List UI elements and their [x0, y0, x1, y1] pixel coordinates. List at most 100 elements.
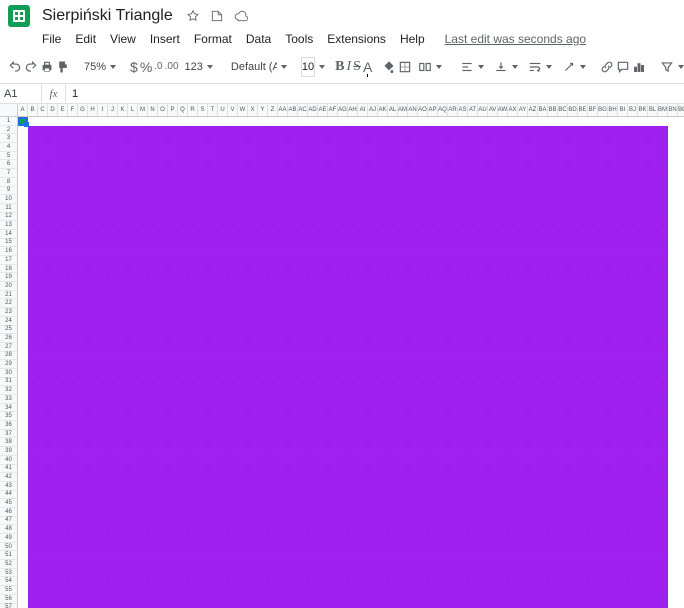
column-header[interactable]: A [18, 104, 28, 116]
column-header[interactable]: AY [518, 104, 528, 116]
font-size-input[interactable]: 10 [301, 57, 315, 77]
row-header[interactable]: 23 [0, 308, 17, 317]
row-header[interactable]: 31 [0, 378, 17, 387]
font-family-dropdown[interactable]: Default (Ari... [227, 55, 291, 79]
row-header[interactable]: 37 [0, 430, 17, 439]
move-icon[interactable] [209, 8, 225, 24]
horizontal-align-dropdown[interactable] [456, 55, 488, 79]
row-header[interactable]: 26 [0, 334, 17, 343]
row-header[interactable]: 20 [0, 282, 17, 291]
column-header[interactable]: AL [388, 104, 398, 116]
column-header[interactable]: BB [548, 104, 558, 116]
row-header[interactable]: 15 [0, 239, 17, 248]
number-format-dropdown[interactable]: 123 [181, 55, 217, 79]
column-header[interactable]: P [168, 104, 178, 116]
column-header[interactable]: M [138, 104, 148, 116]
row-header[interactable]: 54 [0, 577, 17, 586]
row-header[interactable]: 18 [0, 265, 17, 274]
spreadsheet-grid[interactable]: ABCDEFGHIJKLMNOPQRSTUVWXYZAAABACADAEAFAG… [0, 104, 684, 608]
menu-view[interactable]: View [104, 30, 142, 48]
column-header[interactable]: AB [288, 104, 298, 116]
insert-comment-button[interactable] [616, 55, 630, 79]
column-header[interactable]: H [88, 104, 98, 116]
star-icon[interactable] [185, 8, 201, 24]
column-header[interactable]: L [128, 104, 138, 116]
row-header[interactable]: 42 [0, 473, 17, 482]
column-header[interactable]: S [198, 104, 208, 116]
row-header[interactable]: 28 [0, 352, 17, 361]
row-header[interactable]: 11 [0, 204, 17, 213]
italic-button[interactable]: I [346, 55, 351, 79]
menu-insert[interactable]: Insert [144, 30, 186, 48]
name-box[interactable]: A1 [0, 84, 42, 103]
column-header[interactable]: BI [618, 104, 628, 116]
column-header[interactable]: Z [268, 104, 278, 116]
column-header[interactable]: BF [588, 104, 598, 116]
redo-button[interactable] [24, 55, 38, 79]
row-header[interactable]: 29 [0, 360, 17, 369]
column-header[interactable]: AU [478, 104, 488, 116]
currency-button[interactable]: $ [130, 55, 138, 79]
row-header[interactable]: 8 [0, 178, 17, 187]
formula-bar[interactable]: 1 [66, 84, 684, 103]
font-size-caret[interactable] [317, 55, 325, 79]
column-header[interactable]: AX [508, 104, 518, 116]
row-header[interactable]: 2 [0, 126, 17, 135]
select-all-corner[interactable] [0, 104, 18, 117]
row-header[interactable]: 10 [0, 195, 17, 204]
row-header[interactable]: 53 [0, 569, 17, 578]
menu-extensions[interactable]: Extensions [321, 30, 392, 48]
column-header[interactable]: O [158, 104, 168, 116]
column-header[interactable]: AJ [368, 104, 378, 116]
column-header[interactable]: F [68, 104, 78, 116]
column-header[interactable]: B [28, 104, 38, 116]
insert-chart-button[interactable] [632, 55, 646, 79]
column-header[interactable]: AN [408, 104, 418, 116]
row-header[interactable]: 27 [0, 343, 17, 352]
menu-format[interactable]: Format [188, 30, 238, 48]
row-header[interactable]: 4 [0, 143, 17, 152]
column-header[interactable]: AA [278, 104, 288, 116]
row-header[interactable]: 50 [0, 543, 17, 552]
column-header[interactable]: BN [668, 104, 678, 116]
column-header[interactable]: AI [358, 104, 368, 116]
insert-link-button[interactable] [600, 55, 614, 79]
column-header[interactable]: AF [328, 104, 338, 116]
active-cell-cursor[interactable] [18, 117, 28, 126]
column-header[interactable]: N [148, 104, 158, 116]
column-header[interactable]: E [58, 104, 68, 116]
text-color-button[interactable]: A [363, 55, 372, 79]
row-header[interactable]: 7 [0, 169, 17, 178]
column-header[interactable]: I [98, 104, 108, 116]
column-header[interactable]: AT [468, 104, 478, 116]
bold-button[interactable]: B [335, 55, 344, 79]
column-header[interactable]: K [118, 104, 128, 116]
column-header[interactable]: BO [678, 104, 684, 116]
row-header[interactable]: 21 [0, 291, 17, 300]
column-header[interactable]: BL [648, 104, 658, 116]
row-header[interactable]: 49 [0, 534, 17, 543]
sheets-logo[interactable] [8, 5, 30, 27]
column-header[interactable]: R [188, 104, 198, 116]
row-header[interactable]: 52 [0, 560, 17, 569]
row-header[interactable]: 30 [0, 369, 17, 378]
column-header[interactable]: AH [348, 104, 358, 116]
column-header[interactable]: Y [258, 104, 268, 116]
column-header[interactable]: BJ [628, 104, 638, 116]
row-header[interactable]: 35 [0, 412, 17, 421]
column-header[interactable]: T [208, 104, 218, 116]
row-header[interactable]: 40 [0, 456, 17, 465]
column-header[interactable]: AP [428, 104, 438, 116]
row-header[interactable]: 9 [0, 187, 17, 196]
column-header[interactable]: J [108, 104, 118, 116]
column-header[interactable]: AD [308, 104, 318, 116]
column-header[interactable]: X [248, 104, 258, 116]
row-header[interactable]: 45 [0, 499, 17, 508]
column-headers[interactable]: ABCDEFGHIJKLMNOPQRSTUVWXYZAAABACADAEAFAG… [18, 104, 684, 117]
last-edit-link[interactable]: Last edit was seconds ago [445, 32, 586, 46]
menu-file[interactable]: File [36, 30, 67, 48]
column-header[interactable]: BC [558, 104, 568, 116]
merge-cells-dropdown[interactable] [414, 55, 446, 79]
paint-format-button[interactable] [56, 55, 70, 79]
column-header[interactable]: AO [418, 104, 428, 116]
